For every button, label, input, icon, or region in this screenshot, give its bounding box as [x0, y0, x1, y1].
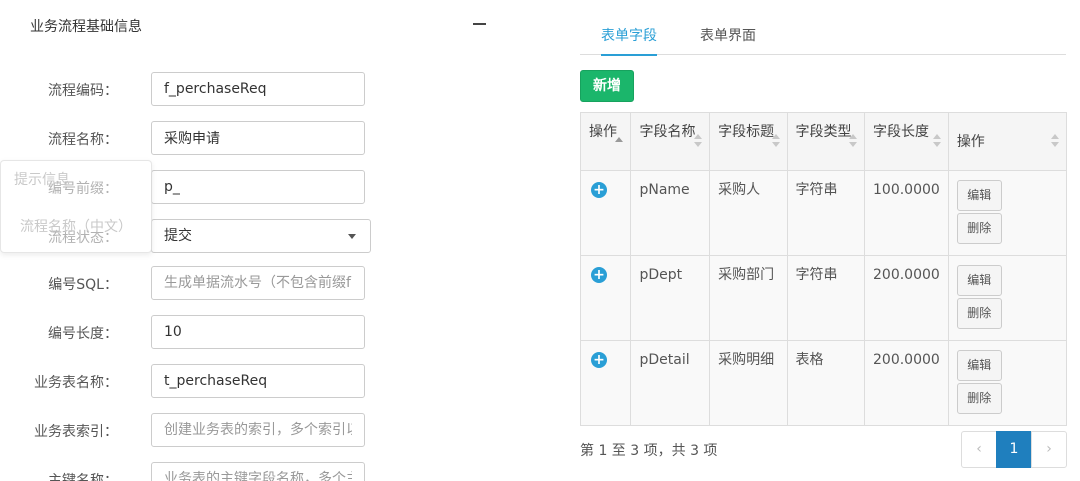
page-1-button[interactable]: 1 — [996, 431, 1032, 468]
form-row-primary-key: 主键名称： — [0, 462, 500, 481]
field-type-cell: 字符串 — [786, 255, 866, 341]
form-row-flow-code: 流程编码： — [0, 72, 500, 106]
caret-down-icon — [348, 234, 356, 239]
pagination-info: 第 1 至 3 项，共 3 项 — [580, 443, 718, 459]
edit-button[interactable]: 编辑 — [956, 180, 1002, 211]
add-button[interactable]: 新增 — [580, 70, 634, 102]
column-header-field-title[interactable]: 字段标题 — [709, 112, 788, 171]
number-sql-input[interactable] — [151, 266, 365, 300]
table-row: + pName 采购人 字符串 100.0000 编辑 删除 — [579, 170, 1068, 256]
number-prefix-input[interactable] — [151, 170, 365, 204]
sort-icon — [694, 134, 703, 148]
edit-button[interactable]: 编辑 — [956, 350, 1002, 381]
column-header-label: 字段类型 — [795, 124, 852, 140]
column-header-label: 字段标题 — [718, 124, 775, 140]
delete-button[interactable]: 删除 — [956, 213, 1002, 244]
table-index-label: 业务表索引： — [34, 424, 118, 440]
sort-asc-icon — [615, 137, 624, 142]
sort-icon — [771, 134, 780, 148]
actions-cell: 编辑 删除 — [947, 340, 1068, 426]
table-name-input[interactable] — [151, 364, 365, 398]
expand-cell: + — [579, 340, 632, 426]
next-page-button[interactable]: › — [1031, 431, 1067, 468]
table-name-label: 业务表名称： — [34, 375, 118, 391]
field-type-cell: 字符串 — [786, 170, 866, 256]
expand-plus-icon[interactable]: + — [591, 352, 607, 368]
field-name-cell: pDept — [630, 255, 711, 341]
section-title: 业务流程基础信息 — [30, 19, 142, 35]
form-row-table-index: 业务表索引： — [0, 413, 500, 447]
column-header-field-type[interactable]: 字段类型 — [786, 112, 866, 171]
expand-cell: + — [579, 255, 632, 341]
form-row-number-prefix: 编号前缀： — [0, 170, 500, 204]
flow-name-input[interactable] — [151, 121, 365, 155]
table-row: + pDept 采购部门 字符串 200.0000 编辑 删除 — [579, 255, 1068, 341]
number-length-input[interactable] — [151, 315, 365, 349]
field-title-cell: 采购人 — [709, 170, 788, 256]
column-header-actions[interactable]: 操作 — [947, 112, 1068, 171]
tab-bar: 表单字段 表单界面 — [580, 20, 1066, 56]
form-row-number-sql: 编号SQL： — [0, 266, 500, 300]
actions-cell: 编辑 删除 — [947, 255, 1068, 341]
tab-form-interface[interactable]: 表单界面 — [700, 25, 756, 54]
sort-icon — [932, 134, 941, 148]
number-length-label: 编号长度： — [48, 326, 118, 342]
field-length-cell: 100.0000 — [864, 170, 949, 256]
flow-status-value: 提交 — [164, 228, 192, 244]
form-row-number-length: 编号长度： — [0, 315, 500, 349]
collapse-icon[interactable] — [473, 15, 487, 31]
field-title-cell: 采购部门 — [709, 255, 788, 341]
delete-button[interactable]: 删除 — [956, 383, 1002, 414]
field-name-cell: pName — [630, 170, 711, 256]
field-length-cell: 200.0000 — [864, 340, 949, 426]
column-header-expand[interactable]: 操作 — [579, 112, 632, 171]
expand-plus-icon[interactable]: + — [591, 182, 607, 198]
column-header-field-name[interactable]: 字段名称 — [630, 112, 711, 171]
column-header-label: 字段长度 — [873, 124, 929, 140]
delete-button[interactable]: 删除 — [956, 298, 1002, 329]
number-prefix-label: 编号前缀： — [48, 181, 118, 197]
field-name-cell: pDetail — [630, 340, 711, 426]
flow-status-label: 流程状态： — [48, 230, 118, 246]
column-header-label: 操作 — [956, 134, 985, 150]
table-header-row: 操作 字段名称 字段标题 字段类型 字段长度 操作 — [579, 112, 1068, 171]
column-header-label: 操作 — [589, 124, 617, 140]
flow-name-label: 流程名称： — [48, 132, 118, 148]
sort-icon — [849, 134, 857, 148]
primary-key-input[interactable] — [151, 462, 365, 481]
tab-form-fields[interactable]: 表单字段 — [601, 25, 657, 56]
table-index-input[interactable] — [151, 413, 365, 447]
prev-page-button[interactable]: ‹ — [961, 431, 997, 468]
flow-status-select[interactable]: 提交 — [151, 219, 371, 253]
field-length-cell: 200.0000 — [864, 255, 949, 341]
expand-plus-icon[interactable]: + — [591, 267, 607, 283]
form-fields-panel: 表单字段 表单界面 新增 操作 字段名称 字段标题 字段类型 字段长度 操作 +… — [579, 0, 1068, 481]
primary-key-label: 主键名称： — [48, 473, 118, 481]
actions-cell: 编辑 删除 — [947, 170, 1068, 256]
column-header-field-length[interactable]: 字段长度 — [864, 112, 949, 171]
expand-cell: + — [579, 170, 632, 256]
flow-code-label: 流程编码： — [48, 83, 118, 99]
edit-button[interactable]: 编辑 — [956, 265, 1002, 296]
number-sql-label: 编号SQL： — [48, 277, 118, 293]
form-row-flow-status: 流程状态： 提交 — [0, 219, 500, 253]
form-row-flow-name: 流程名称： — [0, 121, 500, 155]
basic-info-panel: 业务流程基础信息 流程编码： 流程名称： 编号前缀： 流程状态： 提交 编号SQ… — [0, 0, 500, 481]
field-type-cell: 表格 — [786, 340, 866, 426]
pagination: ‹ 1 › — [961, 431, 1067, 468]
field-title-cell: 采购明细 — [709, 340, 788, 426]
table-row: + pDetail 采购明细 表格 200.0000 编辑 删除 — [579, 340, 1068, 426]
sort-icon — [1051, 134, 1059, 148]
flow-code-input[interactable] — [151, 72, 365, 106]
column-header-label: 字段名称 — [639, 124, 696, 140]
fields-table: 操作 字段名称 字段标题 字段类型 字段长度 操作 + pName 采购人 字符… — [579, 112, 1068, 426]
form-row-table-name: 业务表名称： — [0, 364, 500, 398]
